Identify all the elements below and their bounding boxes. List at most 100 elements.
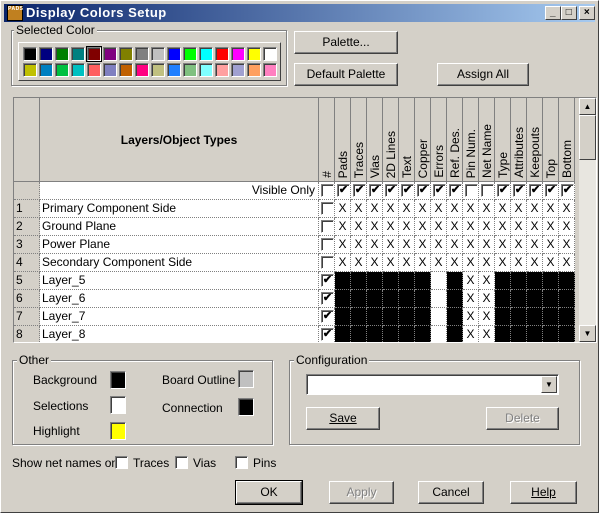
palette-swatch[interactable] [247, 47, 261, 61]
layer-color-cell[interactable] [399, 308, 415, 326]
layer-color-cell[interactable]: X [463, 290, 479, 308]
layer-color-cell[interactable]: X [351, 218, 367, 236]
layer-color-cell[interactable] [527, 326, 543, 342]
layer-color-cell[interactable]: X [399, 236, 415, 254]
column-header[interactable]: Errors [431, 98, 447, 182]
layer-enable-checkbox[interactable] [321, 256, 334, 269]
layer-color-cell[interactable]: X [479, 236, 495, 254]
palette-swatch[interactable] [183, 63, 197, 77]
column-header[interactable]: Pads [335, 98, 351, 182]
layer-color-cell[interactable]: X [399, 200, 415, 218]
column-header[interactable]: Ref. Des. [447, 98, 463, 182]
configuration-combobox[interactable]: ▼ [306, 374, 559, 395]
layer-color-cell[interactable] [351, 272, 367, 290]
palette-swatch[interactable] [23, 63, 37, 77]
layer-color-cell[interactable] [495, 308, 511, 326]
layer-color-cell[interactable]: X [415, 254, 431, 272]
layer-color-cell[interactable]: X [383, 254, 399, 272]
layer-color-cell[interactable]: X [543, 200, 559, 218]
layer-color-cell[interactable] [431, 272, 447, 290]
layer-color-cell[interactable] [495, 326, 511, 342]
column-header[interactable]: Net Name [479, 98, 495, 182]
vias-checkbox[interactable] [175, 456, 188, 469]
layer-enable-checkbox[interactable]: ✔ [321, 292, 334, 305]
palette-swatch[interactable] [135, 47, 149, 61]
layer-color-cell[interactable]: X [479, 254, 495, 272]
layer-color-cell[interactable]: X [351, 200, 367, 218]
layer-color-cell[interactable] [335, 308, 351, 326]
layers-grid[interactable]: Layers/Object Types # Pads Traces Vias 2D Lin… [13, 97, 597, 343]
maximize-button[interactable]: □ [561, 6, 577, 20]
layer-color-cell[interactable]: X [431, 200, 447, 218]
layer-color-cell[interactable]: X [527, 236, 543, 254]
column-header[interactable]: Bottom [559, 98, 575, 182]
selections-color-swatch[interactable] [110, 396, 126, 414]
visible-only-checkbox[interactable] [465, 184, 478, 197]
column-header[interactable]: Top [543, 98, 559, 182]
layer-enable-checkbox[interactable]: ✔ [321, 274, 334, 287]
layer-name[interactable]: Secondary Component Side [40, 254, 319, 272]
layer-color-cell[interactable] [447, 272, 463, 290]
layer-color-cell[interactable] [543, 272, 559, 290]
palette-swatch[interactable] [247, 63, 261, 77]
palette-swatch[interactable] [135, 63, 149, 77]
connection-color-swatch[interactable] [238, 398, 254, 416]
ok-button[interactable]: OK [235, 480, 303, 505]
palette-swatch[interactable] [151, 47, 165, 61]
dropdown-arrow-icon[interactable]: ▼ [541, 376, 557, 393]
layer-color-cell[interactable] [527, 290, 543, 308]
layer-color-cell[interactable]: X [543, 236, 559, 254]
palette-swatch[interactable] [199, 47, 213, 61]
column-header[interactable]: Text [399, 98, 415, 182]
palette-swatch[interactable] [103, 63, 117, 77]
minimize-button[interactable]: _ [545, 6, 561, 20]
layer-color-cell[interactable]: X [383, 218, 399, 236]
layer-color-cell[interactable]: X [399, 218, 415, 236]
assign-all-button[interactable]: Assign All [437, 63, 529, 86]
layer-color-cell[interactable] [559, 308, 575, 326]
layer-color-cell[interactable]: X [543, 218, 559, 236]
palette-swatch[interactable] [151, 63, 165, 77]
layer-name[interactable]: Layer_7 [40, 308, 319, 326]
layer-color-cell[interactable] [383, 290, 399, 308]
layer-color-cell[interactable] [367, 308, 383, 326]
palette-swatch[interactable] [23, 47, 37, 61]
layer-color-cell[interactable] [383, 308, 399, 326]
layer-color-cell[interactable] [559, 272, 575, 290]
scrollbar-thumb[interactable] [579, 115, 596, 160]
layer-color-cell[interactable]: X [527, 218, 543, 236]
palette-swatch[interactable] [39, 47, 53, 61]
palette-swatch[interactable] [167, 47, 181, 61]
layer-color-cell[interactable]: X [559, 236, 575, 254]
layer-color-cell[interactable]: X [463, 254, 479, 272]
palette-swatch[interactable] [199, 63, 213, 77]
visible-only-checkbox[interactable]: ✔ [433, 184, 446, 197]
layer-color-cell[interactable]: X [399, 254, 415, 272]
layer-color-cell[interactable]: X [463, 236, 479, 254]
save-button[interactable]: Save [306, 407, 380, 430]
layer-name[interactable]: Primary Component Side [40, 200, 319, 218]
palette-swatch[interactable] [55, 63, 69, 77]
palette-swatch[interactable] [103, 47, 117, 61]
palette-swatch[interactable] [119, 63, 133, 77]
visible-only-checkbox[interactable] [321, 184, 334, 197]
visible-only-checkbox[interactable]: ✔ [337, 184, 350, 197]
layer-color-cell[interactable]: X [463, 200, 479, 218]
layer-color-cell[interactable] [367, 272, 383, 290]
layer-color-cell[interactable]: X [335, 200, 351, 218]
layer-color-cell[interactable] [351, 290, 367, 308]
layer-color-cell[interactable]: X [479, 218, 495, 236]
layer-color-cell[interactable]: X [335, 236, 351, 254]
layer-color-cell[interactable]: X [511, 236, 527, 254]
column-header[interactable]: Keepouts [527, 98, 543, 182]
layer-color-cell[interactable]: X [511, 218, 527, 236]
layer-enable-checkbox[interactable]: ✔ [321, 310, 334, 323]
layer-color-cell[interactable]: X [447, 200, 463, 218]
layer-enable-checkbox[interactable]: ✔ [321, 328, 334, 341]
layer-color-cell[interactable]: X [511, 254, 527, 272]
layer-color-cell[interactable] [415, 272, 431, 290]
layer-color-cell[interactable]: X [415, 200, 431, 218]
column-header[interactable]: Pin Num. [463, 98, 479, 182]
background-color-swatch[interactable] [110, 371, 126, 389]
palette-swatch[interactable] [71, 47, 85, 61]
